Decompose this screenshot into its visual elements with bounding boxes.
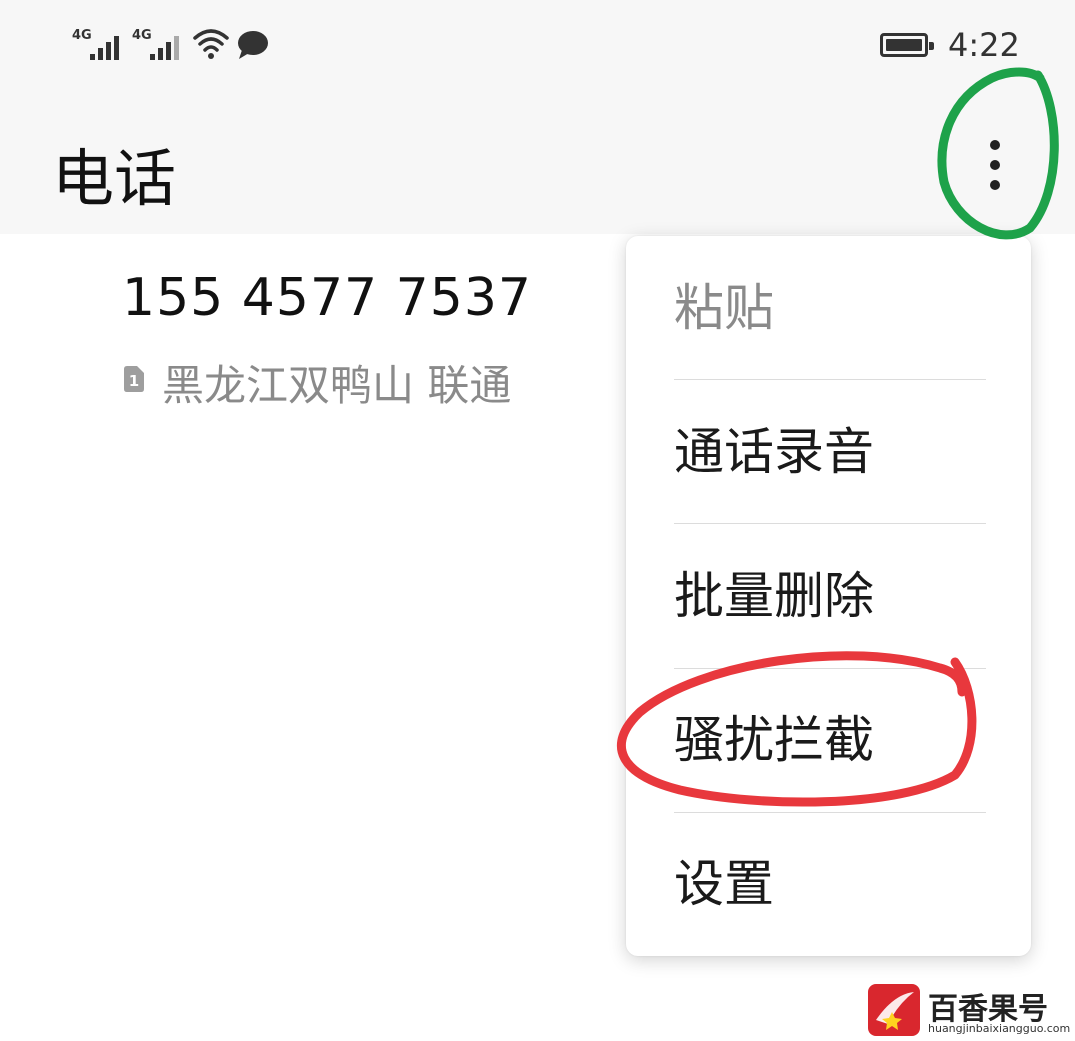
sim-card-icon: 1 (124, 366, 144, 392)
more-options-button[interactable] (970, 130, 1020, 200)
menu-item-paste[interactable]: 粘贴 (674, 236, 986, 380)
menu-item-call-recording[interactable]: 通话录音 (674, 380, 986, 524)
app-bar: 电话 (0, 90, 1075, 234)
status-time: 4:22 (948, 26, 1020, 64)
menu-item-harassment-block[interactable]: 骚扰拦截 (674, 668, 986, 812)
watermark-logo (868, 984, 920, 1036)
dialed-number[interactable]: 155 4577 7537 (122, 268, 532, 328)
svg-text:1: 1 (129, 372, 139, 390)
more-vert-icon (990, 140, 1000, 150)
number-location: 黑龙江双鸭山 联通 (162, 361, 512, 410)
overflow-menu: 粘贴 通话录音 批量删除 骚扰拦截 设置 (626, 236, 1031, 956)
signal-bars-icon (150, 36, 179, 60)
menu-item-batch-delete[interactable]: 批量删除 (674, 524, 986, 668)
menu-item-settings[interactable]: 设置 (674, 812, 986, 956)
watermark: 百香果号 huangjinbaixiangguo.com (868, 984, 1070, 1036)
page-title: 电话 (52, 142, 177, 215)
message-notification-icon (238, 31, 268, 59)
battery-icon (880, 33, 934, 57)
status-bar: 4G 4G 4:22 (0, 0, 1075, 90)
wifi-icon (193, 29, 229, 59)
signal-bars-icon (90, 36, 119, 60)
